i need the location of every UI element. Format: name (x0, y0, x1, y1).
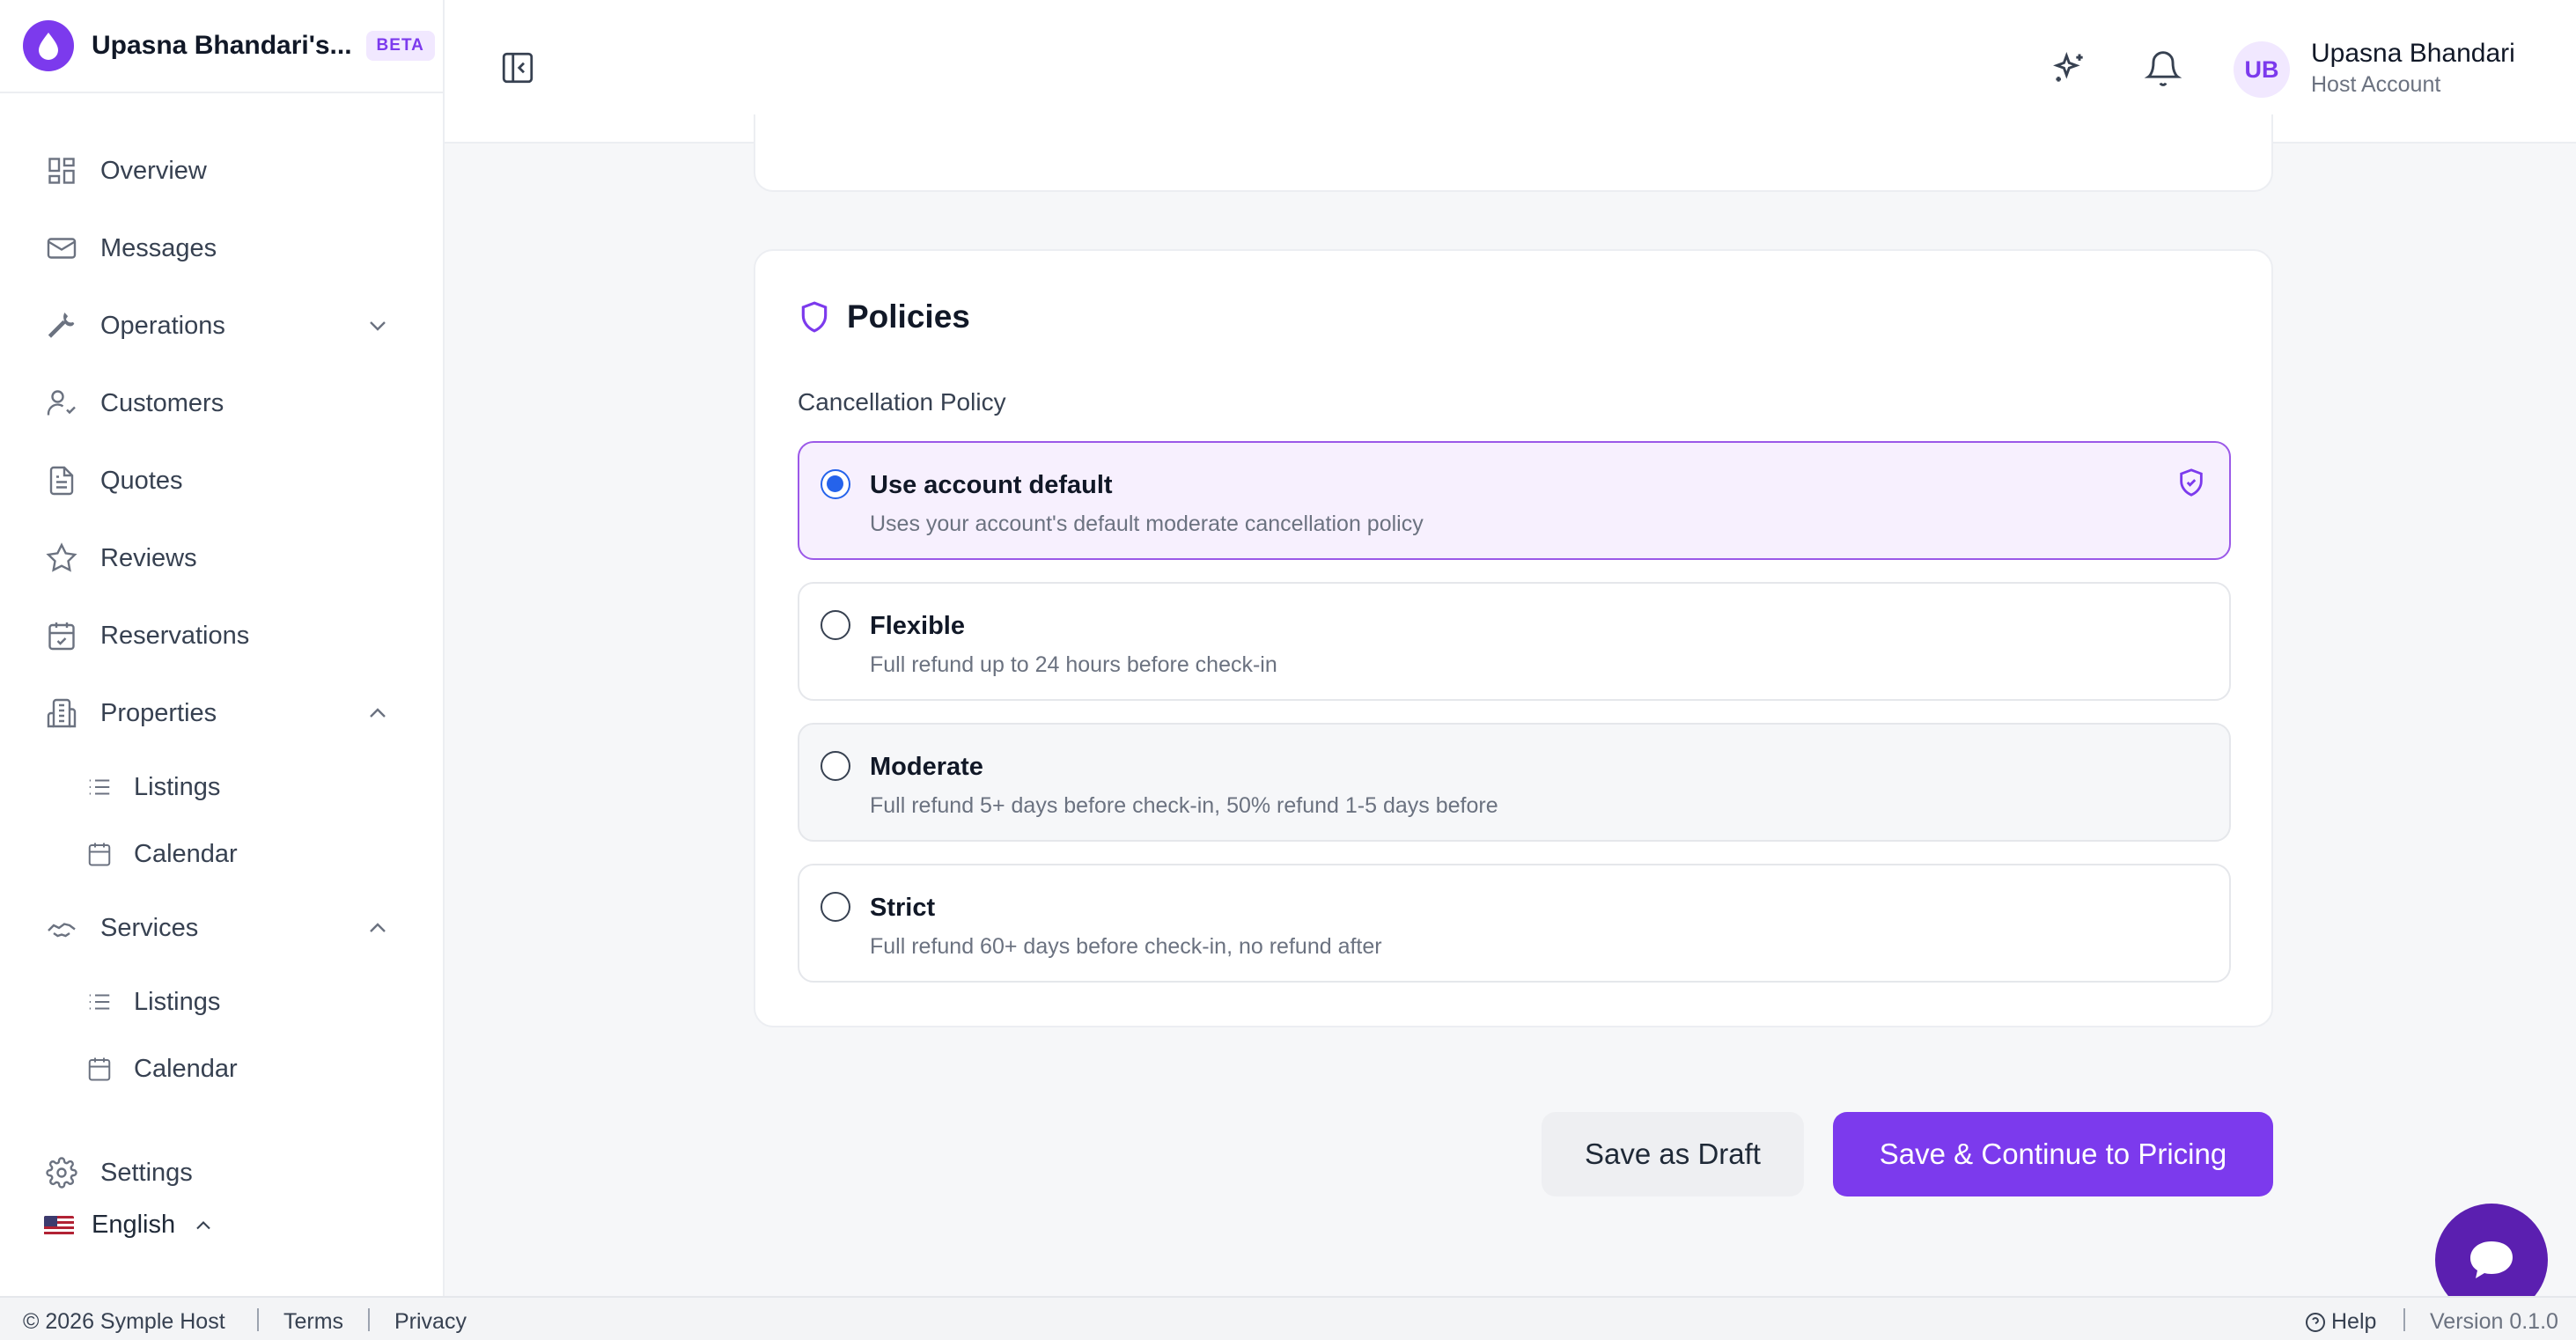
policy-option-flexible[interactable]: Flexible Full refund up to 24 hours befo… (798, 582, 2231, 701)
sidebar-item-reservations[interactable]: Reservations (0, 609, 443, 662)
version-text: Version 0.1.0 (2430, 1309, 2558, 1334)
language-selector[interactable]: English (44, 1211, 216, 1240)
avatar[interactable]: UB (2234, 41, 2290, 98)
brand-logo-icon (23, 20, 74, 71)
policy-option-account-default[interactable]: Use account default Uses your account's … (798, 441, 2231, 560)
user-check-icon (44, 386, 79, 421)
radio-button[interactable] (821, 751, 850, 781)
policy-option-strict[interactable]: Strict Full refund 60+ days before check… (798, 864, 2231, 983)
bell-icon[interactable] (2144, 49, 2182, 88)
handshake-icon (44, 910, 79, 946)
sidebar-item-operations[interactable]: Operations (0, 299, 443, 352)
help-link[interactable]: Help (2305, 1309, 2376, 1335)
section-title: Policies (847, 298, 970, 335)
previous-section-card (754, 114, 2273, 192)
chevron-up-icon[interactable] (364, 699, 392, 727)
save-continue-button[interactable]: Save & Continue to Pricing (1833, 1112, 2273, 1196)
sidebar-item-label: Reservations (100, 621, 250, 650)
chevron-up-icon[interactable] (364, 914, 392, 942)
divider (368, 1308, 370, 1331)
privacy-link[interactable]: Privacy (394, 1309, 467, 1335)
sidebar-subitem-services-calendar[interactable]: Calendar (0, 1042, 443, 1095)
option-title: Flexible (870, 612, 965, 640)
workspace-name: Upasna Bhandari's... (92, 31, 352, 60)
option-title: Strict (870, 894, 936, 922)
divider (257, 1308, 259, 1331)
language-label: English (92, 1211, 176, 1239)
wrench-icon (44, 308, 79, 343)
calendar-icon (85, 1054, 114, 1084)
policies-card: Policies Cancellation Policy Use account… (754, 249, 2273, 1027)
policy-option-moderate[interactable]: Moderate Full refund 5+ days before chec… (798, 723, 2231, 842)
policies-header: Policies (798, 298, 970, 335)
option-description: Uses your account's default moderate can… (870, 512, 1424, 536)
sidebar-item-label: Calendar (134, 1054, 238, 1083)
list-icon (85, 987, 114, 1017)
cancellation-policy-label: Cancellation Policy (798, 388, 1006, 416)
sidebar-subitem-properties-listings[interactable]: Listings (0, 761, 443, 814)
radio-button[interactable] (821, 469, 850, 499)
sidebar-item-label: Properties (100, 698, 217, 727)
sidebar-subitem-properties-calendar[interactable]: Calendar (0, 828, 443, 880)
help-label: Help (2331, 1309, 2377, 1334)
user-role: Host Account (2311, 72, 2441, 97)
sidebar-toggle-icon[interactable] (499, 49, 536, 86)
option-title: Use account default (870, 471, 1113, 499)
sidebar-item-label: Quotes (100, 466, 183, 495)
user-name[interactable]: Upasna Bhandari (2311, 39, 2515, 69)
save-draft-button[interactable]: Save as Draft (1542, 1112, 1804, 1196)
sidebar-item-label: Reviews (100, 543, 197, 572)
shield-check-icon (2176, 468, 2206, 497)
option-description: Full refund up to 24 hours before check-… (870, 652, 1277, 677)
building-icon (44, 696, 79, 731)
sidebar-item-label: Services (100, 913, 199, 942)
help-icon (2306, 1312, 2325, 1332)
sidebar-item-services[interactable]: Services (0, 902, 443, 954)
list-icon (85, 772, 114, 802)
sidebar-item-label: Settings (100, 1158, 193, 1187)
grid-icon (44, 153, 79, 188)
sidebar-item-label: Listings (134, 987, 221, 1016)
sidebar-item-quotes[interactable]: Quotes (0, 454, 443, 507)
sidebar-item-label: Customers (100, 388, 224, 417)
footer: © 2026 Symple Host Terms Privacy Help Ve… (0, 1296, 2576, 1340)
shield-icon (801, 301, 828, 333)
radio-button[interactable] (821, 610, 850, 640)
sidebar-item-messages[interactable]: Messages (0, 222, 443, 275)
copyright-text: © 2026 Symple Host (23, 1309, 225, 1334)
sidebar-item-properties[interactable]: Properties (0, 687, 443, 740)
workspace-switcher[interactable]: Upasna Bhandari's... BETA (0, 0, 443, 93)
calendar-icon (85, 839, 114, 869)
sidebar-item-settings[interactable]: Settings (0, 1146, 443, 1199)
sidebar-item-label: Operations (100, 311, 225, 340)
calendar-check-icon (44, 618, 79, 653)
sidebar-item-label: Calendar (134, 839, 238, 868)
divider (2403, 1308, 2405, 1331)
gear-icon (44, 1155, 79, 1190)
star-icon (44, 541, 79, 576)
us-flag-icon (44, 1215, 74, 1235)
sidebar-item-label: Overview (100, 156, 207, 185)
sidebar-item-overview[interactable]: Overview (0, 144, 443, 197)
chevron-down-icon[interactable] (364, 312, 392, 340)
sparkles-icon[interactable] (2050, 49, 2089, 88)
option-title: Moderate (870, 753, 983, 781)
beta-badge: BETA (365, 31, 435, 61)
option-description: Full refund 5+ days before check-in, 50%… (870, 793, 1498, 818)
sidebar-item-customers[interactable]: Customers (0, 377, 443, 430)
chevron-up-icon (196, 1220, 210, 1229)
sidebar: Upasna Bhandari's... BETA Overview Messa… (0, 0, 445, 1296)
sidebar-item-label: Messages (100, 233, 217, 262)
document-icon (44, 463, 79, 498)
radio-button[interactable] (821, 892, 850, 922)
mail-icon (44, 231, 79, 266)
terms-link[interactable]: Terms (283, 1309, 343, 1335)
sidebar-subitem-services-listings[interactable]: Listings (0, 976, 443, 1028)
sidebar-item-label: Listings (134, 772, 221, 801)
sidebar-item-reviews[interactable]: Reviews (0, 532, 443, 585)
option-description: Full refund 60+ days before check-in, no… (870, 934, 1382, 959)
chat-bubble-icon (2470, 1241, 2513, 1278)
